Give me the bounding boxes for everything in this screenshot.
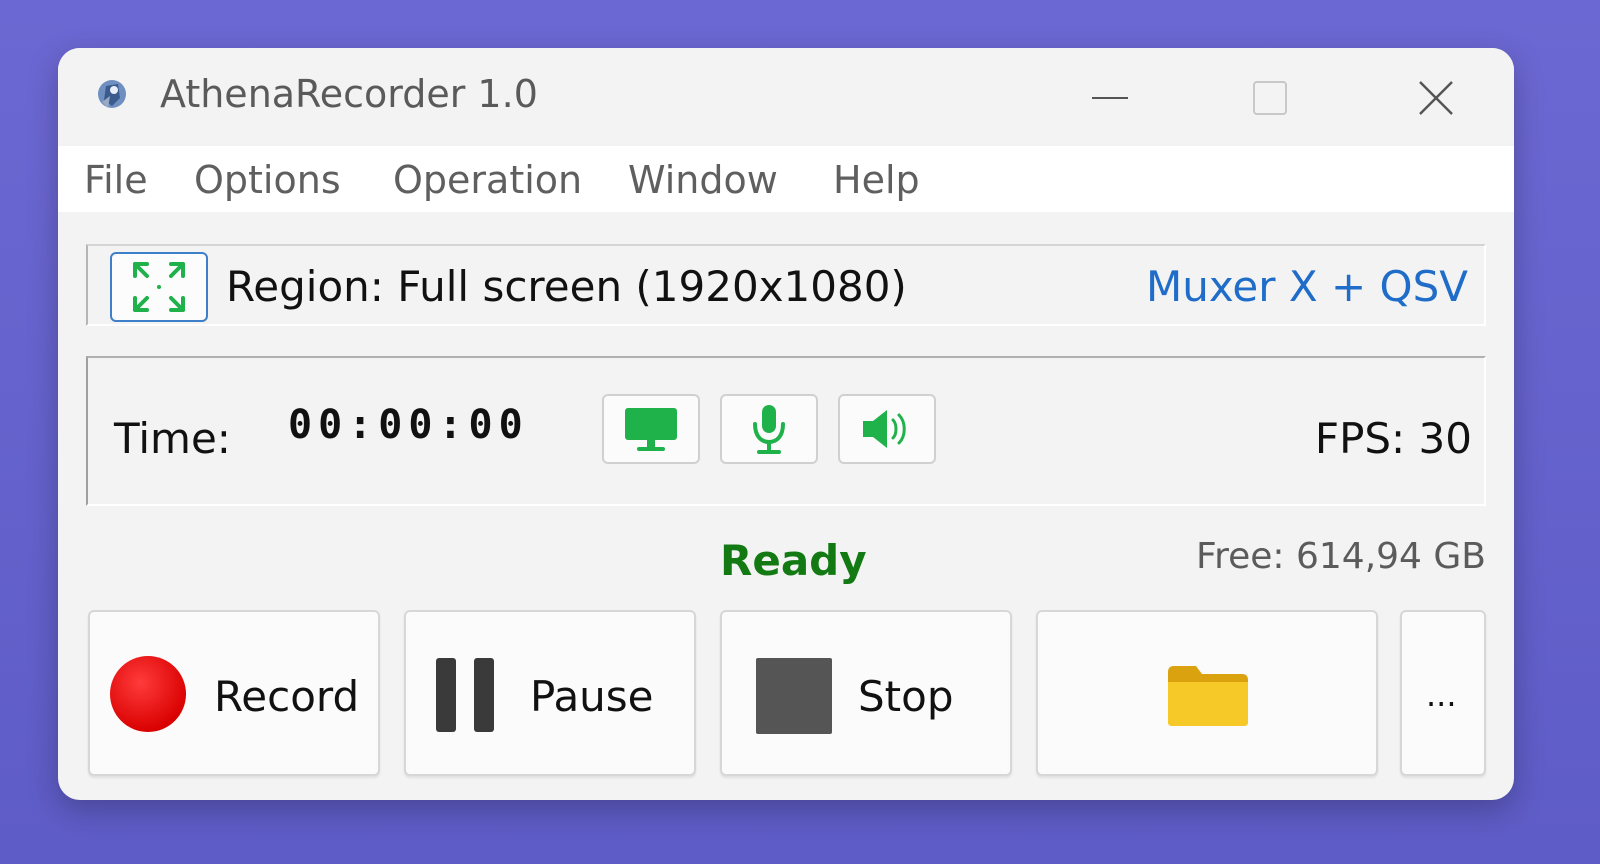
app-window: AthenaRecorder 1.0 File Options Operatio…	[58, 48, 1514, 800]
open-folder-button[interactable]	[1036, 610, 1378, 776]
folder-icon	[1168, 666, 1248, 726]
status-label: Ready	[720, 536, 867, 585]
record-icon	[110, 656, 186, 732]
stop-label: Stop	[858, 672, 954, 721]
microphone-source-button[interactable]	[720, 394, 818, 464]
fullscreen-region-icon	[133, 262, 185, 312]
menu-operation[interactable]: Operation	[393, 158, 582, 202]
select-region-button[interactable]	[110, 252, 208, 322]
pause-button[interactable]: Pause	[404, 610, 696, 776]
elapsed-time: 00:00:00	[288, 402, 529, 448]
minimize-icon	[1092, 97, 1128, 99]
record-label: Record	[214, 672, 360, 721]
speaker-icon	[863, 410, 906, 448]
pause-label: Pause	[530, 672, 654, 721]
speaker-source-button[interactable]	[838, 394, 936, 464]
fps-readout: FPS: 30	[1314, 414, 1472, 463]
minimize-button[interactable]	[1082, 70, 1138, 126]
window-title: AthenaRecorder 1.0	[160, 72, 538, 116]
close-button[interactable]	[1408, 70, 1464, 126]
title-bar[interactable]: AthenaRecorder 1.0	[58, 48, 1514, 146]
maximize-icon	[1253, 81, 1287, 115]
microphone-icon	[753, 405, 785, 454]
menu-window[interactable]: Window	[628, 158, 778, 202]
record-button[interactable]: Record	[88, 610, 380, 776]
maximize-button[interactable]	[1242, 70, 1298, 126]
menu-options[interactable]: Options	[194, 158, 341, 202]
timer-panel: Time: 00:00:00 FPS: 30	[86, 356, 1486, 506]
screen-source-button[interactable]	[602, 394, 700, 464]
stop-icon	[756, 658, 832, 734]
monitor-icon	[625, 408, 677, 451]
free-space-label: Free: 614,94 GB	[1196, 536, 1486, 577]
pause-icon	[436, 658, 494, 732]
region-label: Region: Full screen (1920x1080)	[226, 262, 907, 311]
more-options-button[interactable]: ...	[1400, 610, 1486, 776]
menu-file[interactable]: File	[84, 158, 148, 202]
app-logo-icon	[98, 80, 126, 108]
time-label: Time:	[114, 414, 231, 463]
region-panel: Region: Full screen (1920x1080) Muxer X …	[86, 244, 1486, 326]
encoder-link[interactable]: Muxer X + QSV	[1146, 262, 1468, 311]
more-options-label: ...	[1426, 676, 1457, 714]
close-icon	[1419, 81, 1453, 115]
menu-bar: File Options Operation Window Help	[58, 146, 1514, 212]
stop-button[interactable]: Stop	[720, 610, 1012, 776]
menu-help[interactable]: Help	[833, 158, 920, 202]
